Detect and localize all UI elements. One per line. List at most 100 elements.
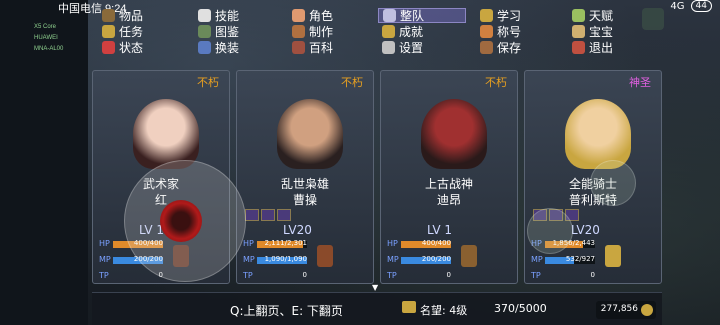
talent-icon — [572, 9, 585, 22]
tp-value: 0 — [590, 271, 595, 279]
character-icon — [292, 9, 305, 22]
menu-item-label: 物品 — [119, 9, 144, 23]
action-button-b[interactable] — [590, 160, 636, 206]
menu-item-label: 角色 — [309, 9, 334, 23]
network-icon: 4G — [670, 0, 685, 12]
character-portrait — [277, 99, 343, 169]
page-hint: Q:上翻页、E: 下翻页 — [230, 304, 343, 318]
character-class: 乱世枭雄 — [280, 177, 329, 191]
menu-item-label: 保存 — [497, 41, 522, 55]
equipment-slot-icon — [261, 209, 275, 221]
menu-item-label: 百科 — [309, 41, 334, 55]
main-menu: 物品 任务 状态 技能 图鉴 换装 角色 制作 百科 整队 成就 设置 学习 称… — [98, 8, 658, 58]
menu-item-label: 整队 — [400, 9, 425, 23]
rank-label: 不朽 — [197, 76, 219, 89]
character-level: LV20 — [283, 223, 312, 237]
quest-icon — [102, 25, 115, 38]
tp-label: TP — [99, 271, 109, 280]
hp-label: HP — [387, 239, 398, 248]
save-icon — [480, 41, 493, 54]
exit-icon — [572, 41, 585, 54]
character-name: 曹操 — [292, 193, 317, 207]
menu-item-title[interactable]: 称号 — [476, 24, 525, 39]
mp-stat: MP 200/200 — [387, 255, 515, 265]
joystick-knob[interactable] — [160, 200, 202, 242]
crown-icon — [402, 301, 416, 313]
achievement-icon — [382, 25, 395, 38]
mp-stat: MP 532/927 — [531, 255, 659, 265]
menu-item-label: 任务 — [119, 25, 144, 39]
menu-item-skills[interactable]: 技能 — [194, 8, 243, 23]
status-icon — [102, 41, 115, 54]
menu-item-formation[interactable]: 整队 — [378, 8, 466, 23]
menu-item-exit[interactable]: 退出 — [568, 40, 617, 55]
character-class: 上古战神 — [424, 177, 473, 191]
tp-value: 0 — [302, 271, 307, 279]
device-info-line: MNA-AL00 — [34, 46, 64, 52]
rank-label: 不朽 — [485, 76, 507, 89]
character-sprite — [317, 245, 333, 267]
gear-icon — [382, 41, 395, 54]
craft-icon — [292, 25, 305, 38]
character-card[interactable]: 不朽 乱世枭雄 曹操 LV20 HP 2,111/2,301 MP 1,090/… — [236, 70, 374, 284]
menu-item-label: 宝宝 — [589, 25, 614, 39]
character-level: LV 1 — [427, 223, 453, 237]
device-info-line: X5 Core — [34, 24, 57, 30]
menu-item-label: 设置 — [399, 41, 424, 55]
menu-item-items[interactable]: 物品 — [98, 8, 147, 23]
menu-item-craft[interactable]: 制作 — [288, 24, 337, 39]
menu-item-character[interactable]: 角色 — [288, 8, 337, 23]
character-sprite — [605, 245, 621, 267]
menu-item-quest[interactable]: 任务 — [98, 24, 147, 39]
tp-label: TP — [387, 271, 397, 280]
outfit-icon — [198, 41, 211, 54]
menu-item-pet[interactable]: 宝宝 — [568, 24, 617, 39]
menu-item-achievement[interactable]: 成就 — [378, 24, 427, 39]
character-card[interactable]: 不朽 上古战神 迪昂 LV 1 HP 400/400 MP 200/200 TP… — [380, 70, 518, 284]
tp-stat: TP 0 — [243, 271, 371, 281]
menu-item-save[interactable]: 保存 — [476, 40, 525, 55]
hp-value: 2,111/2,301 — [264, 239, 307, 247]
gold-display: 277,856 — [596, 301, 656, 319]
menu-item-label: 退出 — [589, 41, 614, 55]
action-button-a[interactable] — [527, 208, 573, 254]
menu-item-label: 成就 — [399, 25, 424, 39]
mp-value: 532/927 — [565, 255, 595, 263]
character-level: LV20 — [571, 223, 600, 237]
device-info: X5 Core HUAWEI MNA-AL00 — [34, 22, 63, 55]
menu-item-settings[interactable]: 设置 — [378, 40, 427, 55]
hp-label: HP — [243, 239, 254, 248]
equipment-slot-icon — [245, 209, 259, 221]
pet-icon — [572, 25, 585, 38]
mp-label: MP — [387, 255, 399, 264]
menu-item-label: 状态 — [119, 41, 144, 55]
menu-item-talent[interactable]: 天赋 — [568, 8, 617, 23]
scroll-down-arrow-icon[interactable]: ▼ — [372, 283, 378, 292]
equipment-slots — [245, 209, 291, 221]
codex-icon — [198, 25, 211, 38]
menu-item-status[interactable]: 状态 — [98, 40, 147, 55]
menu-item-codex[interactable]: 图鉴 — [194, 24, 243, 39]
menu-item-study[interactable]: 学习 — [476, 8, 525, 23]
study-icon — [480, 9, 493, 22]
tp-label: TP — [243, 271, 253, 280]
character-portrait — [565, 99, 631, 169]
menu-item-encyclopedia[interactable]: 百科 — [288, 40, 337, 55]
menu-item-outfit[interactable]: 换装 — [194, 40, 243, 55]
gold-amount: 277,856 — [600, 304, 638, 314]
mp-label: MP — [531, 255, 543, 264]
character-portrait — [133, 99, 199, 169]
mp-value: 200/200 — [421, 255, 451, 263]
encyclopedia-icon — [292, 41, 305, 54]
fame-level: 名望: 4级 — [420, 304, 468, 317]
menu-item-label: 学习 — [497, 9, 522, 23]
hp-label: HP — [99, 239, 110, 248]
formation-icon — [383, 9, 396, 22]
rank-label: 神圣 — [629, 76, 651, 89]
close-button[interactable] — [642, 8, 664, 30]
menu-item-label: 制作 — [309, 25, 334, 39]
hp-stat: HP 2,111/2,301 — [243, 239, 371, 249]
skill-icon — [198, 9, 211, 22]
tp-stat: TP 0 — [531, 271, 659, 281]
tp-value: 0 — [446, 271, 451, 279]
